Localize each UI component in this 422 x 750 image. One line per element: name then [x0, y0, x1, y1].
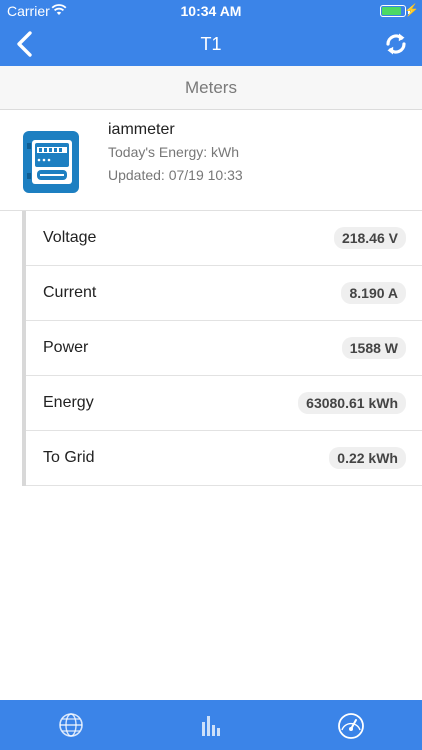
- reading-row-current: Current 8.190 A: [26, 266, 422, 321]
- readings-list: Voltage 218.46 V Current 8.190 A Power 1…: [22, 211, 422, 486]
- reading-label: Voltage: [43, 229, 97, 246]
- globe-icon[interactable]: [55, 710, 87, 740]
- page-title: T1: [200, 34, 222, 54]
- refresh-button[interactable]: [382, 30, 410, 58]
- battery-level: [382, 7, 401, 15]
- meter-name: iammeter: [108, 121, 175, 138]
- tab-bar: [0, 700, 422, 750]
- charging-bolt-icon: ⚡: [404, 3, 419, 17]
- reading-label: Energy: [43, 394, 94, 411]
- meter-icon: [23, 131, 79, 193]
- today-energy: Today's Energy: kWh: [108, 144, 240, 160]
- reading-row-voltage: Voltage 218.46 V: [26, 211, 422, 266]
- reading-row-to-grid: To Grid 0.22 kWh: [26, 431, 422, 486]
- updated-time: Updated: 07/19 10:33: [108, 167, 243, 183]
- reading-label: Power: [43, 339, 89, 356]
- reading-value-badge: 8.190 A: [341, 282, 406, 304]
- status-time: 10:34 AM: [180, 3, 242, 19]
- reading-label: To Grid: [43, 449, 95, 466]
- bar-chart-icon[interactable]: [195, 710, 227, 740]
- reading-value-badge: 0.22 kWh: [329, 447, 406, 469]
- reading-value-badge: 218.46 V: [333, 227, 406, 249]
- reading-row-energy: Energy 63080.61 kWh: [26, 376, 422, 431]
- section-header: Meters: [0, 66, 422, 110]
- reading-label: Current: [43, 284, 97, 301]
- battery-icon: [380, 5, 406, 17]
- reading-value-badge: 63080.61 kWh: [298, 392, 406, 414]
- navigation-bar: T1: [0, 22, 422, 66]
- gauge-icon[interactable]: [335, 710, 367, 740]
- meter-summary[interactable]: iammeter Today's Energy: kWh Updated: 07…: [0, 111, 422, 211]
- reading-value-badge: 1588 W: [341, 337, 406, 359]
- status-bar: Carrier 10:34 AM ⚡: [0, 0, 422, 22]
- reading-row-power: Power 1588 W: [26, 321, 422, 376]
